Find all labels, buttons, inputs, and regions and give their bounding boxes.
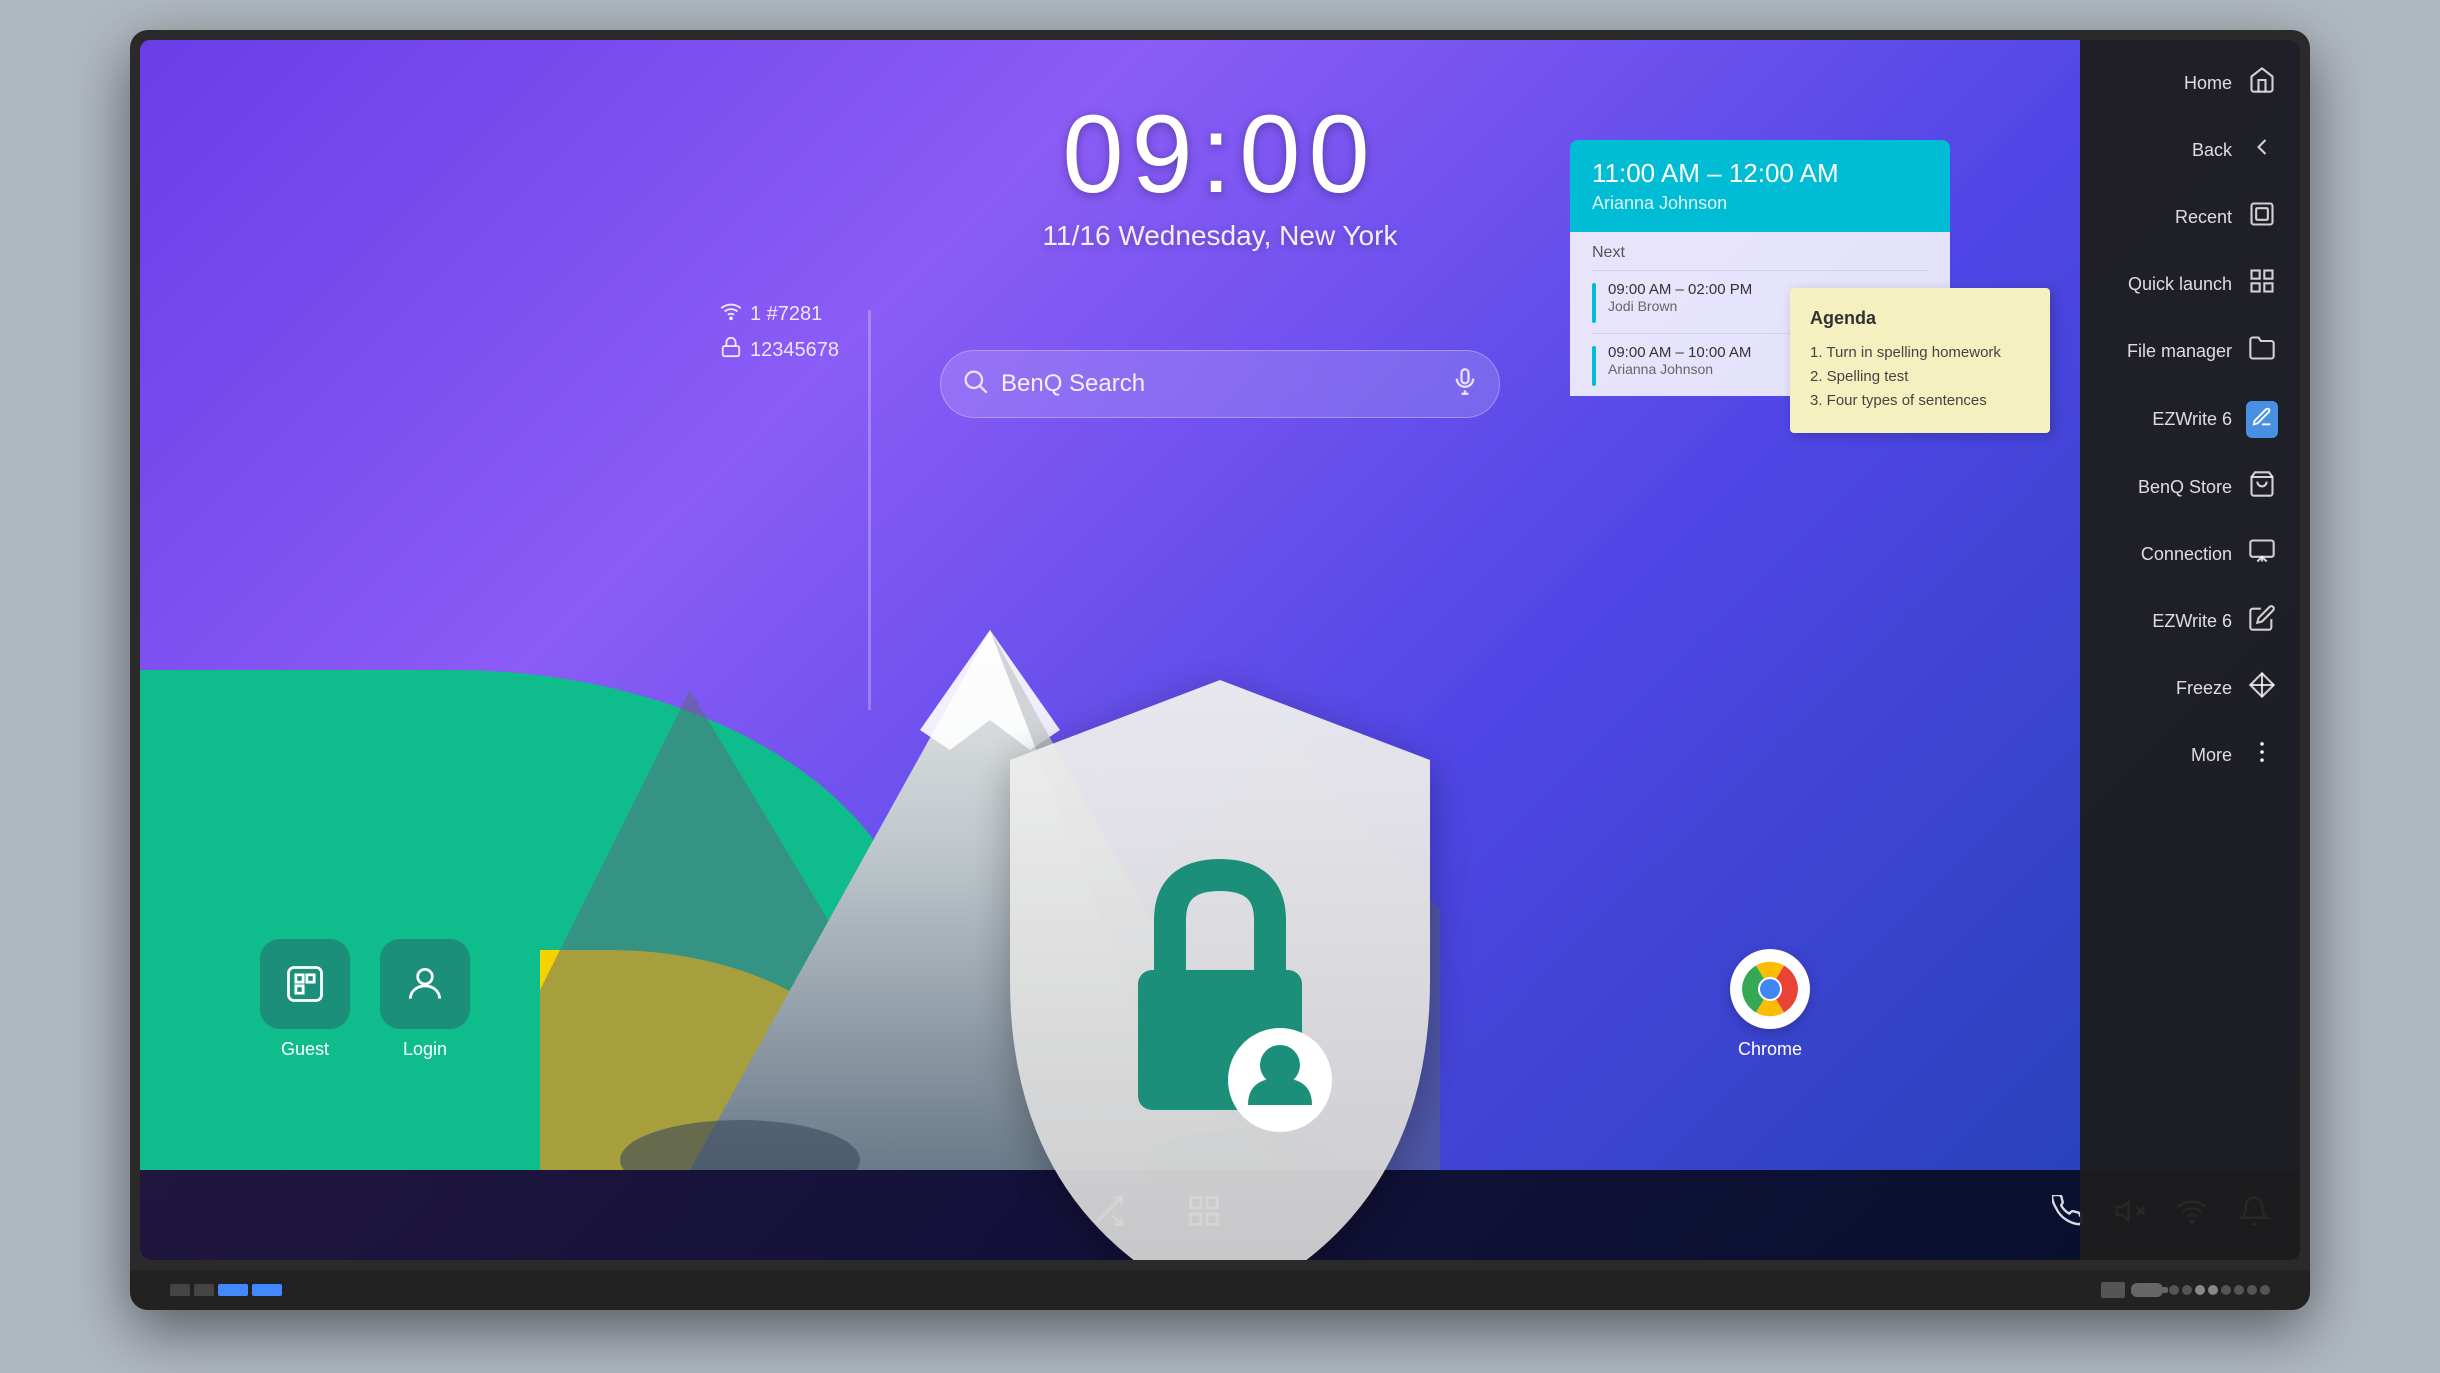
time-display: 09:00 11/16 Wednesday, New York xyxy=(1043,100,1398,252)
screen: 09:00 11/16 Wednesday, New York BenQ Sea… xyxy=(140,40,2300,1260)
port xyxy=(170,1284,190,1296)
next-label: Next xyxy=(1592,244,1928,270)
guest-icon xyxy=(260,939,350,1029)
back-icon xyxy=(2246,133,2278,168)
freeze-icon xyxy=(2246,671,2278,706)
quick-launch-icon xyxy=(2246,267,2278,302)
sidebar-item-freeze[interactable]: Freeze xyxy=(2080,655,2300,722)
sidebar-label-ezwrite6-1: EZWrite 6 xyxy=(2152,409,2232,430)
sidebar-item-quick-launch[interactable]: Quick launch xyxy=(2080,251,2300,318)
agenda-item-2: 2. Spelling test xyxy=(1810,365,2030,389)
usb-port xyxy=(218,1284,248,1296)
sidebar-item-connection[interactable]: Connection xyxy=(2080,521,2300,588)
sticky-note: Agenda 1. Turn in spelling homework 2. S… xyxy=(1790,288,2050,433)
date: 11/16 Wednesday, New York xyxy=(1043,220,1398,252)
sidebar-label-connection: Connection xyxy=(2141,544,2232,565)
usb-port xyxy=(252,1284,282,1296)
sidebar-label-file-manager: File manager xyxy=(2127,341,2232,362)
agenda-item-1: 1. Turn in spelling homework xyxy=(1810,341,2030,365)
current-event-person: Arianna Johnson xyxy=(1592,193,1928,214)
item1-person: Jodi Brown xyxy=(1608,298,1752,314)
lock-small-icon xyxy=(720,336,742,364)
sidebar-item-ezwrite6-1[interactable]: EZWrite 6 xyxy=(2080,385,2300,454)
file-manager-icon xyxy=(2246,334,2278,369)
login-button[interactable]: Login xyxy=(380,939,470,1060)
sidebar-label-benq-store: BenQ Store xyxy=(2138,477,2232,498)
item1-time: 09:00 AM – 02:00 PM xyxy=(1608,281,1752,298)
ports-left xyxy=(170,1284,356,1296)
connection-icon xyxy=(2246,537,2278,572)
sidebar-item-file-manager[interactable]: File manager xyxy=(2080,318,2300,385)
search-icon xyxy=(961,367,989,402)
screen-divider xyxy=(868,310,871,710)
benq-store-icon xyxy=(2246,470,2278,505)
more-icon xyxy=(2246,738,2278,773)
sidebar-label-back: Back xyxy=(2192,140,2232,161)
wifi-icon xyxy=(720,300,742,328)
chrome-label: Chrome xyxy=(1738,1039,1802,1060)
item2-time: 09:00 AM – 10:00 AM xyxy=(1608,344,1751,361)
agenda-item-3: 3. Four types of sentences xyxy=(1810,389,2030,413)
page-dots xyxy=(2169,1285,2270,1295)
nfc-indicator xyxy=(2101,1282,2125,1298)
login-icon xyxy=(380,939,470,1029)
sidebar-label-more: More xyxy=(2191,745,2232,766)
accent-bar-2 xyxy=(1592,346,1596,386)
home-icon xyxy=(2246,66,2278,101)
sidebar-label-home: Home xyxy=(2184,73,2232,94)
microphone-icon[interactable] xyxy=(1451,367,1479,402)
right-sidebar: Home Back Recent xyxy=(2080,40,2300,1260)
clock: 09:00 xyxy=(1043,100,1398,210)
current-event-time: 11:00 AM – 12:00 AM xyxy=(1592,158,1928,189)
bottom-bezel xyxy=(130,1270,2310,1310)
guest-label: Guest xyxy=(281,1039,329,1060)
port xyxy=(194,1284,214,1296)
agenda-title: Agenda xyxy=(1810,308,2030,329)
calendar-current-event: 11:00 AM – 12:00 AM Arianna Johnson xyxy=(1570,140,1950,232)
sidebar-item-back[interactable]: Back xyxy=(2080,117,2300,184)
accent-bar-1 xyxy=(1592,283,1596,323)
sidebar-item-ezwrite6-2[interactable]: EZWrite 6 xyxy=(2080,588,2300,655)
sidebar-item-home[interactable]: Home xyxy=(2080,50,2300,117)
battery-indicator xyxy=(2131,1283,2163,1297)
ezwrite6-icon-1 xyxy=(2246,401,2278,438)
sidebar-item-more[interactable]: More xyxy=(2080,722,2300,789)
sidebar-label-quick-launch: Quick launch xyxy=(2128,274,2232,295)
chrome-app[interactable]: Chrome xyxy=(1730,949,1810,1060)
sidebar-item-benq-store[interactable]: BenQ Store xyxy=(2080,454,2300,521)
ezwrite6-icon-2 xyxy=(2246,604,2278,639)
security-shield xyxy=(970,660,1470,1260)
recent-icon xyxy=(2246,200,2278,235)
room-password: 12345678 xyxy=(720,336,839,364)
user-buttons-container: Guest Login xyxy=(260,939,470,1060)
room-number: 1 #7281 xyxy=(720,300,839,328)
sidebar-label-ezwrite6-2: EZWrite 6 xyxy=(2152,611,2232,632)
guest-button[interactable]: Guest xyxy=(260,939,350,1060)
chrome-icon xyxy=(1730,949,1810,1029)
room-info: 1 #7281 12345678 xyxy=(720,300,839,364)
sidebar-label-recent: Recent xyxy=(2175,207,2232,228)
sidebar-item-recent[interactable]: Recent xyxy=(2080,184,2300,251)
search-bar[interactable]: BenQ Search xyxy=(940,350,1500,418)
item2-person: Arianna Johnson xyxy=(1608,361,1751,377)
sidebar-label-freeze: Freeze xyxy=(2176,678,2232,699)
search-text: BenQ Search xyxy=(1001,370,1439,398)
monitor-frame: 09:00 11/16 Wednesday, New York BenQ Sea… xyxy=(130,30,2310,1310)
login-label: Login xyxy=(403,1039,447,1060)
status-indicators xyxy=(2101,1282,2270,1298)
